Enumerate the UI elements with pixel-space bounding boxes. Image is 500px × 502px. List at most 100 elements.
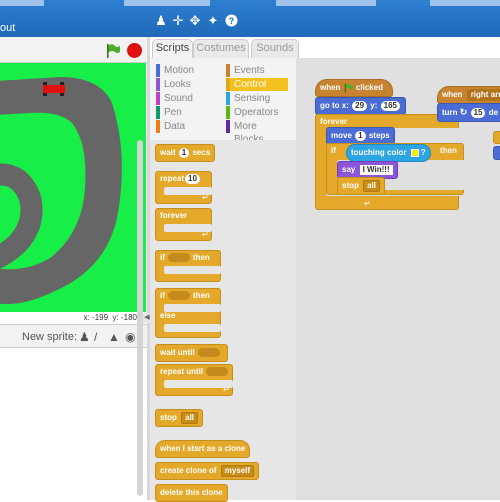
block-text: delete this clone <box>160 488 223 497</box>
block-wait-until[interactable]: wait until <box>155 344 228 362</box>
category-control[interactable]: Control <box>226 78 288 91</box>
menu-strip <box>0 0 44 6</box>
stop-sign-icon[interactable] <box>127 43 142 58</box>
block-create-clone[interactable]: create clone of myself <box>155 462 260 480</box>
mouse-coords: x: -199 y: -180 <box>0 312 147 324</box>
offscreen-block[interactable] <box>493 131 500 144</box>
coord-y-value: -180 <box>120 313 137 322</box>
block-text: ? <box>420 148 426 157</box>
category-looks[interactable]: Looks <box>156 78 222 91</box>
say-input[interactable]: I Win!!! <box>359 165 393 175</box>
block-text: turn <box>442 108 458 117</box>
offscreen-block[interactable] <box>493 146 500 160</box>
block-if-then-else[interactable]: if then else <box>155 288 221 338</box>
tab-sounds[interactable]: Sounds <box>251 39 299 58</box>
coord-x-value: -199 <box>92 313 109 322</box>
block-text: clicked <box>355 83 384 92</box>
sprite-library-icon[interactable]: ♟ <box>79 330 90 344</box>
category-sound[interactable]: Sound <box>156 92 222 105</box>
block-text: stop <box>342 181 359 190</box>
loop-arrow-icon: ↵ <box>223 385 230 394</box>
block-text: forever <box>320 117 348 126</box>
block-text: move <box>331 131 352 140</box>
block-forever[interactable]: forever ↵ <box>155 208 212 241</box>
block-text: repeat until <box>160 367 204 376</box>
car-sprite <box>43 85 65 93</box>
block-wait-secs[interactable]: wait 1 secs <box>155 144 216 162</box>
block-text: else <box>160 311 176 320</box>
category-operators[interactable]: Operators <box>226 106 288 119</box>
block-text: if <box>160 253 165 262</box>
block-text: stop <box>160 413 177 422</box>
block-text: then <box>192 291 210 300</box>
shrink-icon[interactable]: ✦ <box>206 14 220 28</box>
block-repeat-until[interactable]: repeat until ↵ <box>155 364 233 396</box>
svg-text:?: ? <box>228 16 234 26</box>
turn-degrees-block[interactable]: turn ↻ 15 de <box>437 103 500 122</box>
category-pen[interactable]: Pen <box>156 106 222 119</box>
category-motion[interactable]: Motion <box>156 64 222 77</box>
cut-icon[interactable]: ✛ <box>171 14 185 28</box>
x-input[interactable]: 29 <box>352 101 368 111</box>
block-text: when <box>442 90 463 99</box>
coord-y-label: y: <box>112 313 119 322</box>
category-data[interactable]: Data <box>156 120 222 133</box>
block-if-then[interactable]: if then <box>155 250 221 282</box>
rotate-right-icon: ↻ <box>459 107 468 117</box>
block-input[interactable]: 1 <box>178 148 190 158</box>
duplicate-icon[interactable]: ♟ <box>154 14 168 28</box>
touching-color-block[interactable]: touching color ? <box>346 144 431 162</box>
tab-scripts[interactable]: Scripts <box>152 39 193 58</box>
coord-x-label: x: <box>83 313 90 322</box>
block-input[interactable]: 10 <box>185 174 200 184</box>
green-flag-icon[interactable] <box>105 43 121 62</box>
top-menu-bar: out ♟ ✛ ✥ ✦ ? <box>0 0 500 37</box>
editor-tabs: Scripts Costumes Sounds <box>150 37 500 58</box>
stop-dropdown[interactable]: all <box>363 180 381 192</box>
block-text: if <box>160 291 165 300</box>
help-icon[interactable]: ? <box>224 14 238 28</box>
block-text: when <box>320 83 341 92</box>
camera-icon[interactable]: ◉ <box>125 330 135 344</box>
category-events[interactable]: Events <box>226 64 288 77</box>
category-list: Motion Looks Sound Pen Data Events Contr… <box>150 58 296 145</box>
stop-block[interactable]: stop all <box>337 177 386 195</box>
stop-dropdown[interactable]: all <box>181 412 199 424</box>
race-track <box>0 77 122 305</box>
window-title: out <box>0 22 16 34</box>
block-stop[interactable]: stop all <box>155 409 204 427</box>
tab-costumes[interactable]: Costumes <box>193 39 249 58</box>
stage-header <box>0 37 147 63</box>
block-text: wait <box>160 148 176 157</box>
steps-input[interactable]: 1 <box>355 131 366 141</box>
paint-brush-icon[interactable]: / <box>94 330 97 344</box>
degrees-input[interactable]: 15 <box>470 108 486 118</box>
new-sprite-label: New sprite: <box>22 331 78 343</box>
block-text: create clone of <box>160 466 217 475</box>
block-text: when I start as a clone <box>160 444 246 453</box>
block-when-clone-starts[interactable]: when I start as a clone <box>155 440 251 458</box>
palette-scrollbar[interactable] <box>137 140 143 496</box>
category-more-blocks[interactable]: More Blocks <box>226 120 288 145</box>
key-dropdown[interactable]: right arrow <box>466 89 500 101</box>
y-input[interactable]: 165 <box>380 101 400 111</box>
menu-strip <box>124 0 210 6</box>
when-key-pressed-block[interactable]: when right arrow <box>437 86 500 104</box>
upload-icon[interactable]: ▲ <box>108 330 120 344</box>
block-text: de <box>488 108 499 117</box>
block-text: y: <box>370 101 378 110</box>
block-delete-clone[interactable]: delete this clone <box>155 484 228 502</box>
color-swatch[interactable] <box>410 148 419 157</box>
stage-canvas[interactable] <box>0 63 146 312</box>
new-sprite-bar: New sprite: ♟ / ▲ ◉ <box>0 324 147 348</box>
block-repeat[interactable]: repeat 10 ↵ <box>155 171 212 204</box>
category-sensing[interactable]: Sensing <box>226 92 288 105</box>
menu-strip <box>276 0 376 6</box>
block-text: if <box>331 146 336 155</box>
clone-dropdown[interactable]: myself <box>220 465 255 477</box>
block-text: steps <box>368 131 390 140</box>
block-text: then <box>192 253 210 262</box>
go-to-xy-block[interactable]: go to x: 29 y: 165 <box>315 97 406 115</box>
when-flag-clicked-block[interactable]: when clicked <box>315 79 393 97</box>
grow-icon[interactable]: ✥ <box>188 14 202 28</box>
